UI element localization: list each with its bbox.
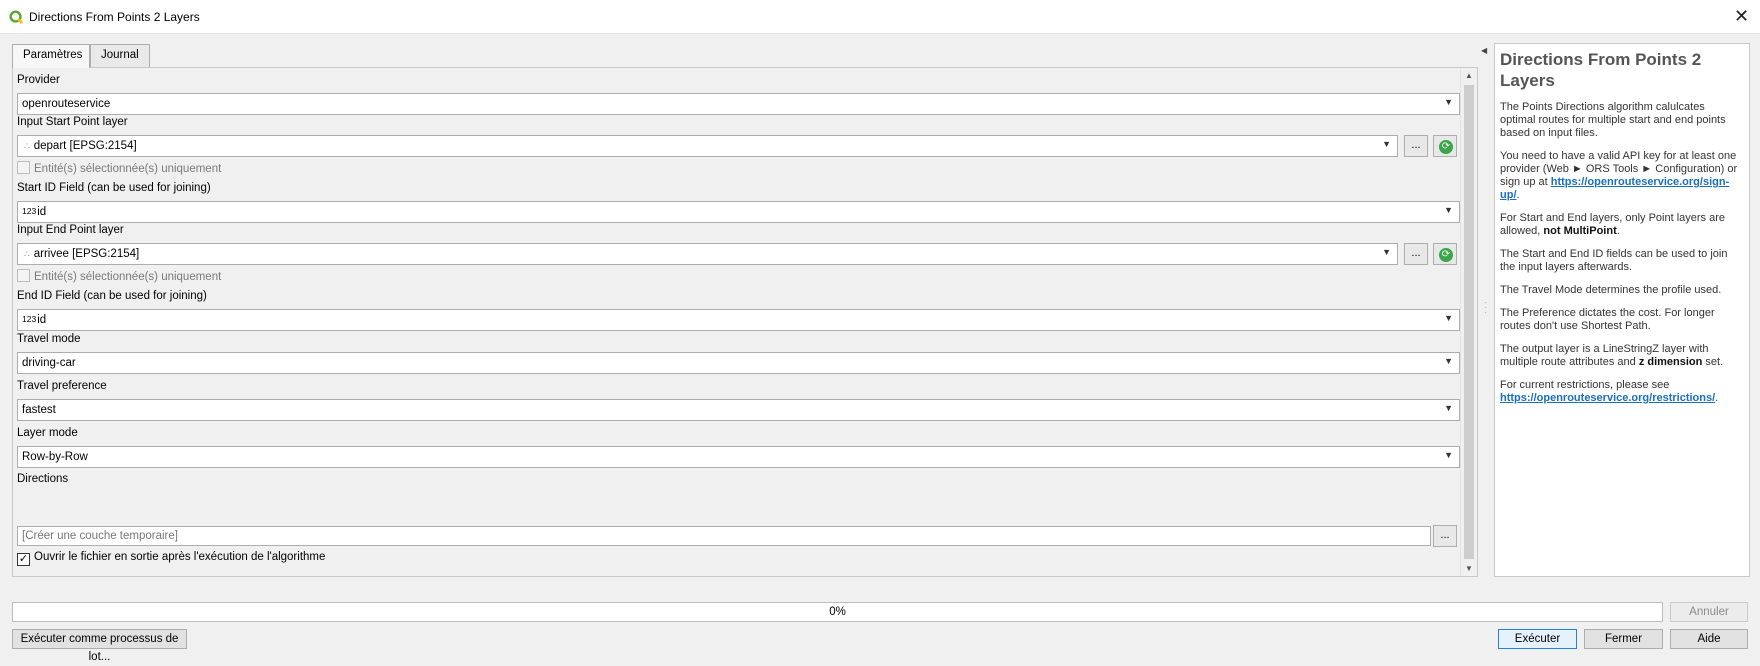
chevron-down-icon: ▼: [1382, 247, 1391, 257]
chevron-down-icon: ▼: [1444, 205, 1453, 215]
end-id-field-select[interactable]: 123id ▼: [17, 309, 1460, 331]
help-period: .: [1516, 189, 1520, 201]
layer-mode-value: Row-by-Row: [22, 451, 88, 463]
layer-mode-label: Layer mode: [17, 427, 78, 439]
help-bold: not MultiPoint: [1543, 225, 1617, 237]
help-paragraph: For current restrictions, please see htt…: [1500, 379, 1743, 405]
progress-bar: 0%: [12, 602, 1663, 622]
splitter-handle[interactable]: · · ·: [1484, 299, 1487, 317]
help-paragraph: The Preference dictates the cost. For lo…: [1500, 307, 1715, 332]
chevron-down-icon: ▼: [1444, 450, 1453, 460]
help-paragraph: The output layer is a LineStringZ layer …: [1500, 343, 1743, 369]
provider-label: Provider: [17, 74, 60, 86]
help-paragraph: The Start and End ID fields can be used …: [1500, 248, 1728, 273]
travel-mode-value: driving-car: [22, 357, 76, 369]
help-paragraph: The Travel Mode determines the profile u…: [1500, 284, 1722, 296]
help-button[interactable]: Aide: [1670, 629, 1748, 649]
start-layer-browse-button[interactable]: ...: [1404, 135, 1428, 157]
tab-journal[interactable]: Journal: [90, 44, 150, 67]
point-layer-icon: ∴: [24, 249, 30, 259]
end-iterate-button[interactable]: ⟳: [1433, 243, 1457, 265]
end-layer-label: Input End Point layer: [17, 224, 124, 236]
help-paragraph: The Points Directions algorithm calulcat…: [1500, 101, 1726, 139]
chevron-down-icon: ▼: [1444, 403, 1453, 413]
point-layer-icon: ∴: [24, 141, 30, 151]
chevron-down-icon: ▼: [1444, 313, 1453, 323]
end-layer-select[interactable]: ∴ arrivee [EPSG:2154] ▼: [17, 243, 1398, 265]
close-icon[interactable]: ✕: [1734, 7, 1749, 25]
help-paragraph: For Start and End layers, only Point lay…: [1500, 212, 1743, 238]
open-output-label: Ouvrir le fichier en sortie après l'exéc…: [34, 551, 326, 563]
start-id-field-label: Start ID Field (can be used for joining): [17, 182, 211, 194]
title-bar: Directions From Points 2 Layers ✕: [0, 0, 1760, 34]
directions-browse-button[interactable]: ...: [1433, 525, 1457, 547]
check-icon: ✓: [17, 553, 30, 566]
restrictions-link[interactable]: https://openrouteservice.org/restriction…: [1500, 392, 1715, 404]
scroll-down-icon[interactable]: ▼: [1465, 564, 1473, 573]
end-layer-browse-button[interactable]: ...: [1404, 243, 1428, 265]
help-period: .: [1715, 392, 1719, 404]
help-period: .: [1616, 225, 1620, 237]
end-selected-only-label: Entité(s) sélectionnée(s) uniquement: [34, 271, 222, 283]
start-iterate-button[interactable]: ⟳: [1433, 135, 1457, 157]
chevron-down-icon: ▼: [1382, 139, 1391, 149]
collapse-left-icon[interactable]: ◀: [1481, 46, 1487, 55]
help-bold: z dimension: [1638, 356, 1703, 368]
tab-parametres[interactable]: Paramètres: [12, 44, 90, 68]
end-id-field-label: End ID Field (can be used for joining): [17, 290, 207, 302]
travel-preference-select[interactable]: fastest ▼: [17, 399, 1460, 421]
params-scrollbar[interactable]: ▲ ▼: [1460, 68, 1477, 576]
travel-mode-label: Travel mode: [17, 333, 81, 345]
help-title: Directions From Points 2 Layers: [1500, 50, 1702, 90]
help-paragraph: You need to have a valid API key for at …: [1500, 150, 1743, 202]
start-selected-only-label: Entité(s) sélectionnée(s) uniquement: [34, 163, 222, 175]
integer-field-icon: 123: [22, 314, 37, 324]
directions-output-field[interactable]: [Créer une couche temporaire]: [17, 526, 1431, 546]
help-text: For current restrictions, please see: [1500, 379, 1670, 391]
checkbox-box: [17, 161, 30, 174]
start-layer-value: depart [EPSG:2154]: [33, 140, 137, 152]
provider-value: openrouteservice: [22, 98, 111, 110]
travel-preference-value: fastest: [22, 404, 56, 416]
start-id-field-select[interactable]: 123id ▼: [17, 201, 1460, 223]
end-id-field-value: id: [37, 314, 47, 326]
run-button[interactable]: Exécuter: [1498, 629, 1577, 649]
scrollbar-thumb[interactable]: [1464, 85, 1474, 559]
directions-placeholder: [Créer une couche temporaire]: [22, 530, 178, 542]
start-layer-select[interactable]: ∴ depart [EPSG:2154] ▼: [17, 135, 1398, 157]
progress-text: 0%: [829, 606, 846, 618]
integer-field-icon: 123: [22, 206, 37, 216]
start-layer-label: Input Start Point layer: [17, 116, 128, 128]
start-selected-only-checkbox[interactable]: Entité(s) sélectionnée(s) uniquement: [17, 161, 221, 175]
help-panel: Directions From Points 2 Layers The Poin…: [1494, 43, 1750, 577]
chevron-down-icon: ▼: [1444, 97, 1453, 107]
help-text: set.: [1702, 356, 1724, 368]
chevron-down-icon: ▼: [1444, 356, 1453, 366]
iterate-icon: ⟳: [1439, 248, 1453, 262]
end-layer-value: arrivee [EPSG:2154]: [33, 248, 140, 260]
window-title: Directions From Points 2 Layers: [29, 10, 200, 24]
provider-select[interactable]: openrouteservice ▼: [17, 93, 1460, 115]
directions-label: Directions: [17, 473, 69, 485]
layer-mode-select[interactable]: Row-by-Row ▼: [17, 446, 1460, 468]
qgis-icon: [9, 10, 24, 25]
iterate-icon: ⟳: [1439, 140, 1453, 154]
parameters-panel: Provider openrouteservice ▼ Input Start …: [12, 67, 1478, 577]
run-as-batch-button[interactable]: Exécuter comme processus de lot...: [12, 629, 187, 663]
close-button[interactable]: Fermer: [1584, 629, 1663, 649]
end-selected-only-checkbox[interactable]: Entité(s) sélectionnée(s) uniquement: [17, 269, 221, 283]
scroll-up-icon[interactable]: ▲: [1465, 71, 1473, 80]
cancel-button[interactable]: Annuler: [1670, 602, 1748, 622]
travel-mode-select[interactable]: driving-car ▼: [17, 352, 1460, 374]
start-id-field-value: id: [37, 206, 47, 218]
open-output-checkbox[interactable]: ✓ Ouvrir le fichier en sortie après l'exé…: [17, 551, 325, 566]
travel-preference-label: Travel preference: [17, 380, 107, 392]
checkbox-box: [17, 269, 30, 282]
